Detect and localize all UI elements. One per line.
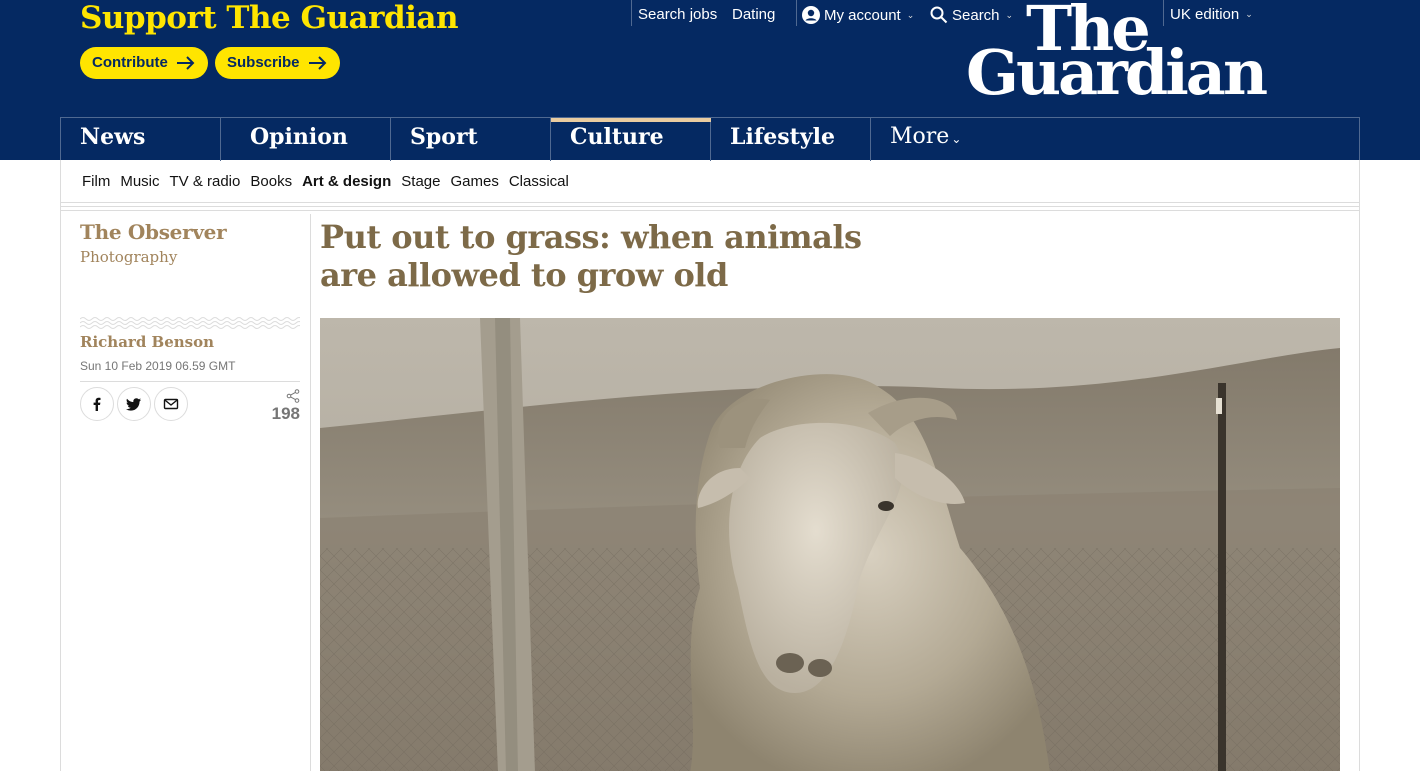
pillar-sport[interactable]: Sport bbox=[391, 118, 551, 161]
arrow-right-icon bbox=[308, 56, 326, 70]
facebook-icon bbox=[93, 397, 101, 411]
pillar-more-label: More bbox=[890, 124, 950, 149]
subnav: Film Music TV & radio Books Art & design… bbox=[60, 160, 1360, 202]
header-divider bbox=[631, 0, 632, 26]
email-icon bbox=[163, 398, 179, 410]
twitter-icon bbox=[126, 398, 141, 411]
subnav-item-music[interactable]: Music bbox=[120, 173, 159, 190]
my-account-link[interactable]: My account ⌄ bbox=[802, 6, 914, 24]
contribute-button[interactable]: Contribute bbox=[80, 47, 208, 79]
search-icon bbox=[930, 6, 948, 24]
pillar-nav: News Opinion Sport Culture Lifestyle Mor… bbox=[60, 117, 1360, 161]
share-facebook-button[interactable] bbox=[80, 387, 114, 421]
subnav-item-film[interactable]: Film bbox=[82, 173, 110, 190]
header-divider bbox=[796, 0, 797, 26]
pillar-news[interactable]: News bbox=[61, 118, 221, 161]
column-divider bbox=[310, 214, 311, 771]
subscribe-button[interactable]: Subscribe bbox=[215, 47, 340, 79]
share-twitter-button[interactable] bbox=[117, 387, 151, 421]
logo-line-guardian: Guardian bbox=[966, 36, 1268, 109]
account-icon bbox=[802, 6, 820, 24]
series-title[interactable]: The Observer bbox=[80, 220, 227, 244]
share-email-button[interactable] bbox=[154, 387, 188, 421]
chevron-down-icon: ⌄ bbox=[951, 132, 962, 146]
section-rule bbox=[60, 202, 1360, 214]
pillar-opinion[interactable]: Opinion bbox=[231, 118, 391, 161]
subnav-list: Film Music TV & radio Books Art & design… bbox=[82, 173, 569, 190]
my-account-label: My account bbox=[824, 6, 901, 24]
arrow-right-icon bbox=[176, 56, 195, 70]
subnav-item-games[interactable]: Games bbox=[450, 173, 498, 190]
chevron-down-icon: ⌄ bbox=[906, 9, 915, 20]
byline-author[interactable]: Richard Benson bbox=[80, 333, 214, 351]
article-headline: Put out to grass: when animals are allow… bbox=[320, 218, 862, 294]
squiggle-divider bbox=[80, 317, 300, 329]
search-jobs-link[interactable]: Search jobs bbox=[638, 6, 717, 23]
site-header: Support The Guardian Contribute Subscrib… bbox=[0, 0, 1420, 161]
pillar-more[interactable]: More ⌄ bbox=[871, 118, 991, 161]
support-title: Support The Guardian bbox=[80, 0, 459, 36]
photo-illustration bbox=[320, 318, 1340, 771]
subnav-item-tv-radio[interactable]: TV & radio bbox=[170, 173, 241, 190]
subnav-item-stage[interactable]: Stage bbox=[401, 173, 440, 190]
share-icon bbox=[286, 389, 300, 403]
pillar-lifestyle[interactable]: Lifestyle bbox=[711, 118, 871, 161]
dating-link[interactable]: Dating bbox=[732, 6, 775, 23]
series-subtitle[interactable]: Photography bbox=[80, 248, 177, 266]
main-photo-sheep bbox=[320, 318, 1340, 771]
share-count: 198 bbox=[271, 404, 300, 423]
pillar-culture[interactable]: Culture bbox=[551, 118, 711, 161]
guardian-logo[interactable]: The Guardian bbox=[966, 0, 1268, 110]
dateline: Sun 10 Feb 2019 06.59 GMT bbox=[80, 359, 236, 373]
subnav-item-classical[interactable]: Classical bbox=[509, 173, 569, 190]
subnav-item-books[interactable]: Books bbox=[250, 173, 292, 190]
subscribe-label: Subscribe bbox=[227, 54, 300, 71]
meta-divider bbox=[80, 381, 300, 382]
subnav-item-art-design[interactable]: Art & design bbox=[302, 173, 391, 190]
contribute-label: Contribute bbox=[92, 54, 168, 71]
